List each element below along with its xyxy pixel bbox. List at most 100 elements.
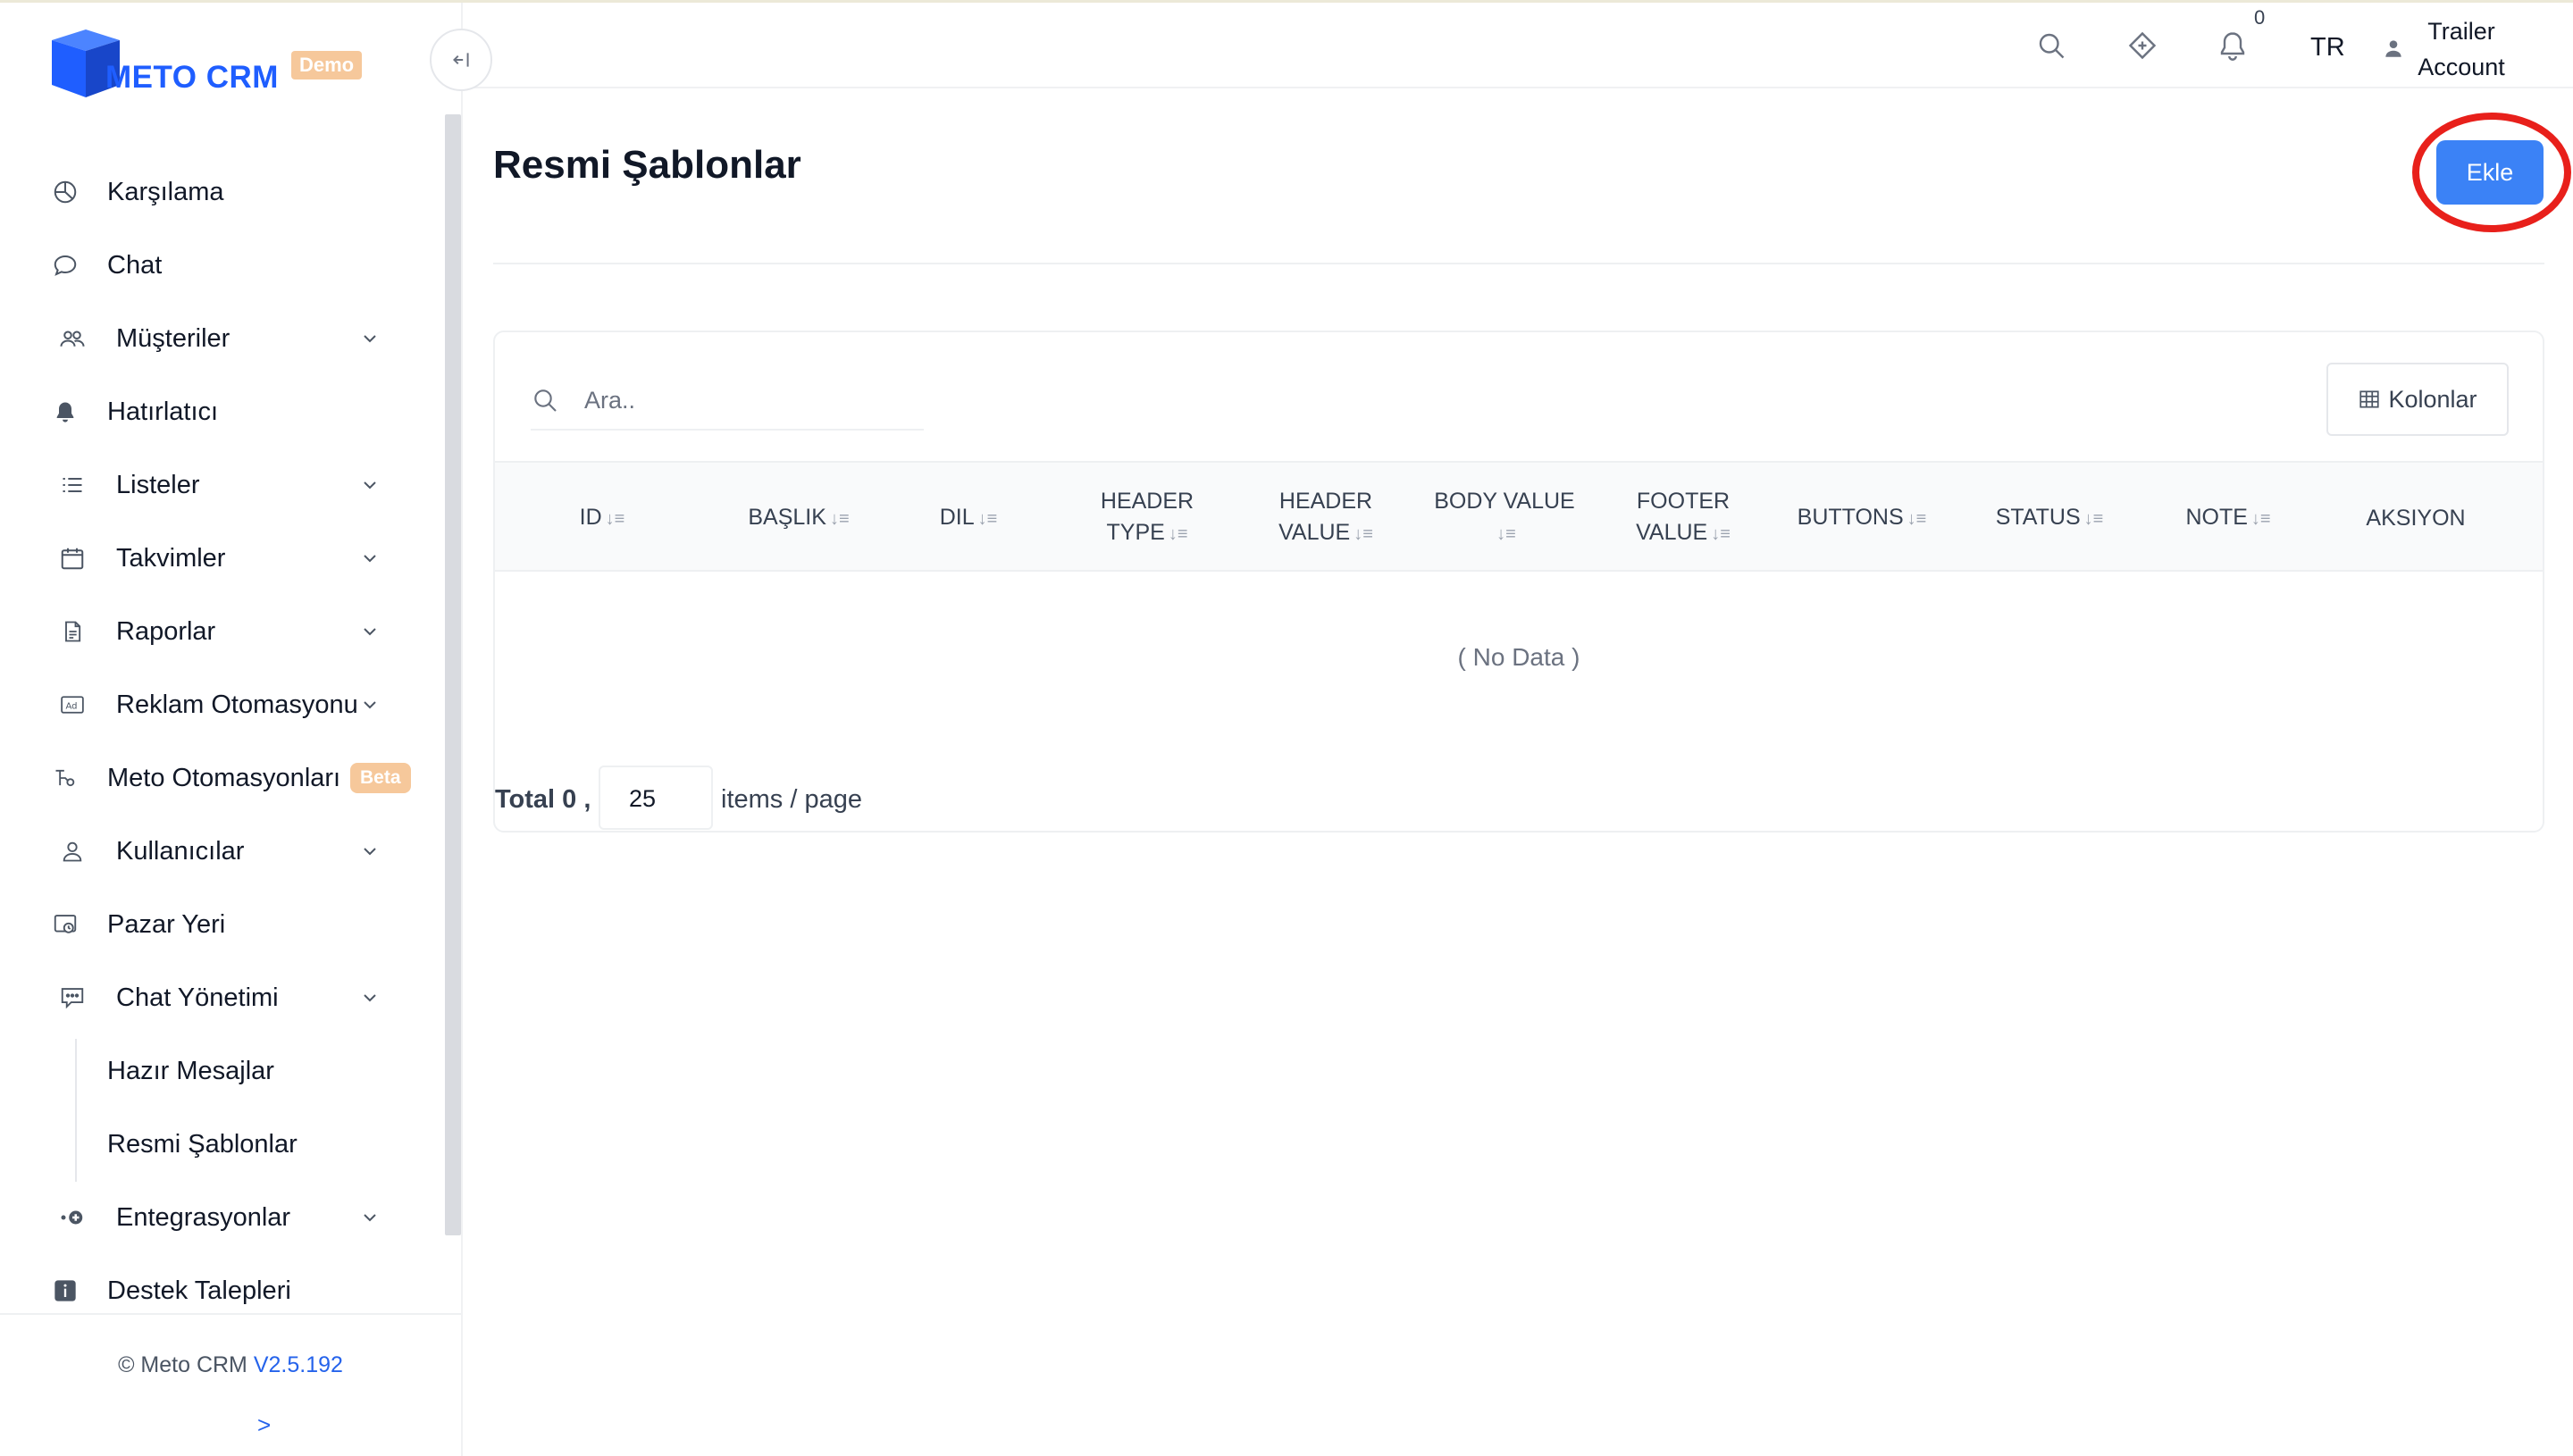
column-header-buttons[interactable]: BUTTONS ↓≡: [1764, 463, 1960, 573]
sidebar-item-label: Entegrasyonlar: [116, 1202, 291, 1232]
sidebar-item-destek-talepleri[interactable]: Destek Talepleri: [0, 1264, 429, 1318]
search-input[interactable]: [584, 381, 915, 420]
sort-icon: ↓≡: [1711, 524, 1731, 544]
notification-bell-icon[interactable]: [2217, 29, 2249, 62]
column-header-label: VALUE: [1636, 520, 1708, 545]
chevron-down-icon: [364, 1214, 376, 1222]
brand-name: METO CRM: [105, 60, 279, 95]
chevron-down-icon: [364, 994, 376, 1002]
sidebar: METO CRM Demo Karşılama Chat Müşteriler: [0, 3, 463, 1456]
column-header-label: HEADER: [1100, 489, 1194, 514]
chevron-down-icon: [364, 701, 376, 709]
column-header-id[interactable]: ID ↓≡: [549, 463, 656, 573]
sidebar-item-chat[interactable]: Chat: [0, 238, 429, 292]
templates-table-card: Kolonlar ID↓≡ BAŞLIK↓≡ DIL↓≡ HEADERTYPE↓…: [493, 331, 2544, 833]
sidebar-item-chat-yonetimi[interactable]: Chat Yönetimi: [0, 971, 429, 1025]
sidebar-item-label: Hazır Mesajlar: [107, 1056, 274, 1085]
table-grid-icon: [2359, 390, 2380, 408]
sidebar-subitem-hazir-mesajlar[interactable]: Hazır Mesajlar: [0, 1044, 429, 1098]
marketplace-icon: [52, 911, 79, 938]
column-header-note[interactable]: NOTE ↓≡: [2148, 463, 2309, 573]
report-icon: [59, 618, 86, 645]
chat-bubble-icon: [52, 252, 79, 279]
language-switcher[interactable]: TR: [2310, 33, 2345, 63]
submenu-indent-line: [75, 1039, 77, 1182]
sidebar-item-label: Listeler: [116, 470, 200, 499]
table-header: ID ↓≡ BAŞLIK ↓≡ DIL ↓≡ HEADER TYPE ↓≡ HEADER V…: [495, 461, 2543, 572]
column-header-label: BODY VALUE: [1434, 489, 1575, 514]
column-header-footer-value[interactable]: FOOTER VALUE ↓≡: [1603, 463, 1764, 573]
account-menu[interactable]: Trailer Account: [2412, 13, 2510, 85]
column-header-header-type[interactable]: HEADER TYPE ↓≡: [1067, 463, 1228, 573]
collapse-sidebar-button[interactable]: [430, 29, 492, 91]
chat-settings-icon: [59, 984, 86, 1011]
page-size-select[interactable]: 25: [599, 766, 713, 830]
table-search: [531, 364, 924, 431]
page-size-label: items / page: [721, 785, 862, 814]
column-header-label: HEADER: [1278, 489, 1373, 514]
sort-icon: ↓≡: [977, 508, 998, 529]
column-header-header-value[interactable]: HEADER VALUE ↓≡: [1245, 463, 1406, 573]
sidebar-item-label: Reklam Otomasyonu: [116, 690, 358, 719]
sidebar-item-kullanicilar[interactable]: Kullanıcılar: [0, 824, 429, 878]
copyright: © Meto CRM V2.5.192: [0, 1352, 461, 1378]
sidebar-item-label: Kullanıcılar: [116, 836, 245, 866]
copyright-text: © Meto CRM: [118, 1352, 247, 1377]
sidebar-subitem-resmi-sablonlar[interactable]: Resmi Şablonlar: [0, 1117, 429, 1171]
sidebar-item-label: Raporlar: [116, 616, 216, 646]
chevron-down-icon: [364, 628, 376, 636]
demo-badge: Demo: [291, 51, 363, 79]
sidebar-item-entegrasyonlar[interactable]: Entegrasyonlar: [0, 1191, 429, 1244]
sidebar-item-takvimler[interactable]: Takvimler: [0, 531, 429, 585]
chevron-down-icon: [364, 481, 376, 490]
sidebar-scrollbar[interactable]: [445, 114, 461, 1235]
notification-count: 0: [2254, 6, 2266, 29]
column-header-status[interactable]: STATUS ↓≡: [1960, 463, 2139, 573]
column-header-label: STATUS: [1995, 504, 2081, 530]
sort-icon: ↓≡: [2250, 508, 2271, 529]
calendar-icon: [59, 545, 86, 572]
column-header-dil[interactable]: DIL ↓≡: [906, 463, 1031, 573]
ad-icon: Ad: [59, 691, 86, 718]
sort-icon: ↓≡: [1354, 524, 1373, 544]
brand-logo[interactable]: METO CRM Demo: [48, 24, 388, 105]
column-header-label: BAŞLIK: [748, 504, 826, 530]
sidebar-item-karsilama[interactable]: Karşılama: [0, 165, 429, 219]
account-line2: Account: [2418, 54, 2505, 80]
sidebar-item-label: Destek Talepleri: [107, 1276, 291, 1305]
sidebar-item-label: Meto Otomasyonları: [107, 763, 341, 792]
chevron-down-icon: [364, 848, 376, 856]
chevron-down-icon: [364, 555, 376, 563]
expand-sidebar-button[interactable]: >: [257, 1411, 271, 1439]
column-header-body-value[interactable]: BODY VALUE ↓≡: [1415, 463, 1594, 573]
sidebar-item-raporlar[interactable]: Raporlar: [0, 605, 429, 658]
integration-icon: [59, 1204, 86, 1231]
sidebar-item-hatirlatici[interactable]: Hatırlatıcı: [0, 385, 429, 439]
sort-icon: ↓≡: [1496, 524, 1516, 544]
automation-icon: [52, 765, 79, 791]
beta-badge: Beta: [350, 763, 411, 793]
users-icon: [59, 325, 86, 352]
sort-icon: ↓≡: [829, 508, 850, 529]
sidebar-item-reklam-otomasyonu[interactable]: Ad Reklam Otomasyonu: [0, 678, 429, 732]
list-icon: [59, 472, 86, 498]
sidebar-item-label: Takvimler: [116, 543, 226, 573]
sidebar-item-listeler[interactable]: Listeler: [0, 458, 429, 512]
sidebar-item-meto-otomasyonlari[interactable]: Meto Otomasyonları Beta: [0, 751, 429, 805]
search-icon: [534, 389, 557, 412]
column-header-baslik[interactable]: BAŞLIK ↓≡: [718, 463, 879, 573]
chevron-down-icon: [364, 335, 376, 343]
sidebar-item-pazar-yeri[interactable]: Pazar Yeri: [0, 898, 429, 951]
sidebar-item-label: Chat: [107, 250, 163, 280]
sidebar-item-musteriler[interactable]: Müşteriler: [0, 312, 429, 365]
version-link[interactable]: V2.5.192: [254, 1352, 343, 1377]
columns-button[interactable]: Kolonlar: [2326, 363, 2509, 436]
sort-icon: ↓≡: [1907, 508, 1927, 529]
add-button[interactable]: Ekle: [2436, 140, 2544, 205]
title-divider: [493, 263, 2544, 264]
top-header: 0 TR Trailer Account: [463, 3, 2573, 88]
sort-icon: ↓≡: [605, 508, 625, 529]
diamond-icon[interactable]: [2126, 29, 2158, 62]
search-icon[interactable]: [2035, 29, 2067, 62]
account-icon[interactable]: [2382, 37, 2405, 60]
